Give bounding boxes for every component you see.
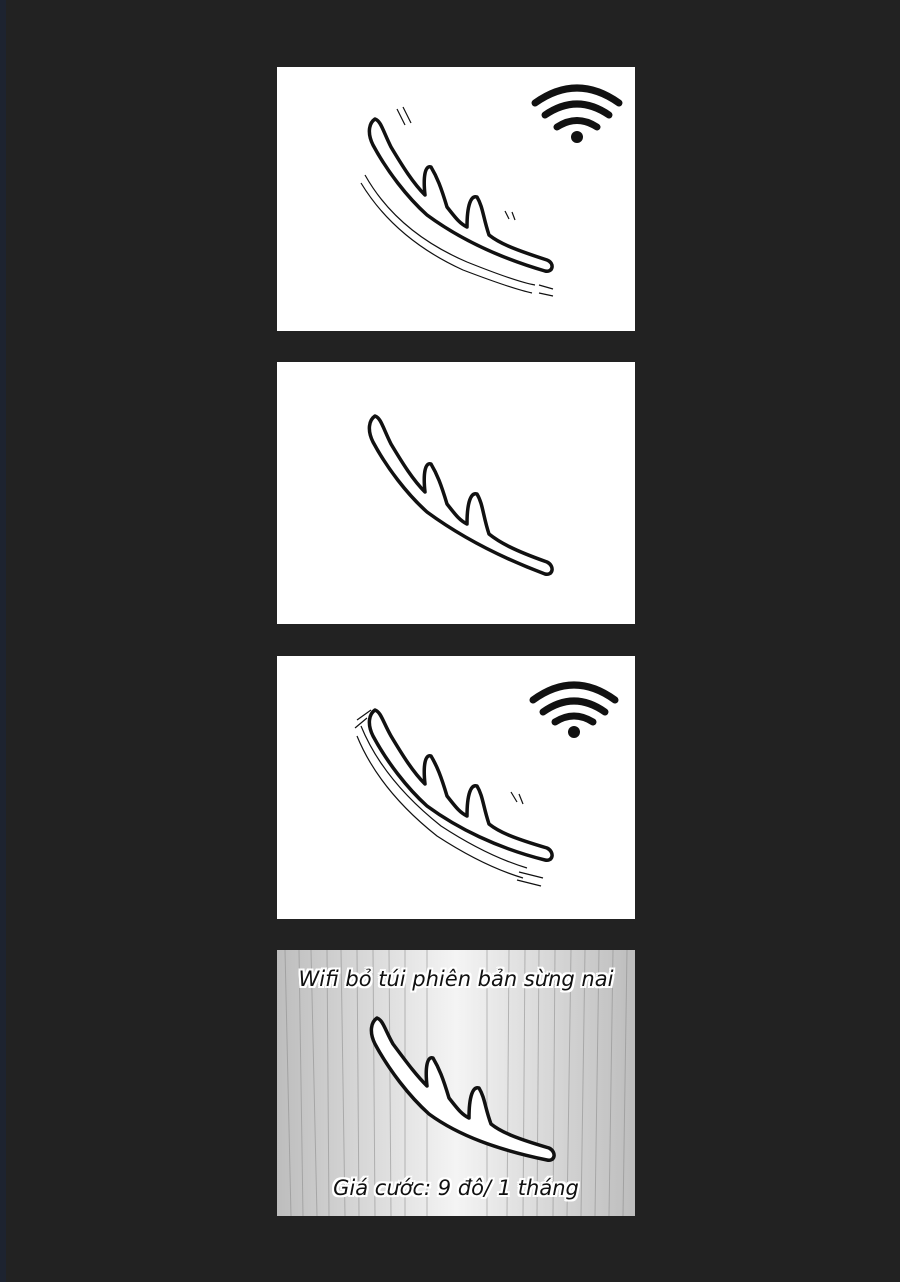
wifi-icon xyxy=(529,681,619,738)
comic-panel-2 xyxy=(277,362,635,624)
motion-lines xyxy=(360,106,554,297)
panel-3-art xyxy=(354,681,619,887)
antler-icon xyxy=(367,414,554,576)
page-edge xyxy=(0,0,6,1282)
comic-panel-4-ad: Wifi bỏ túi phiên bản sừng nai Giá cước:… xyxy=(277,950,635,1216)
wifi-icon xyxy=(531,84,623,143)
comic-panel-1 xyxy=(277,67,635,331)
panel-2-art xyxy=(367,414,554,576)
ad-price: Giá cước: 9 đô/ 1 tháng xyxy=(333,1176,579,1200)
ad-headline: Wifi bỏ túi phiên bản sừng nai xyxy=(298,967,614,991)
panel-1-art xyxy=(360,84,623,297)
comic-panel-3 xyxy=(277,656,635,919)
antler-icon xyxy=(367,117,554,273)
